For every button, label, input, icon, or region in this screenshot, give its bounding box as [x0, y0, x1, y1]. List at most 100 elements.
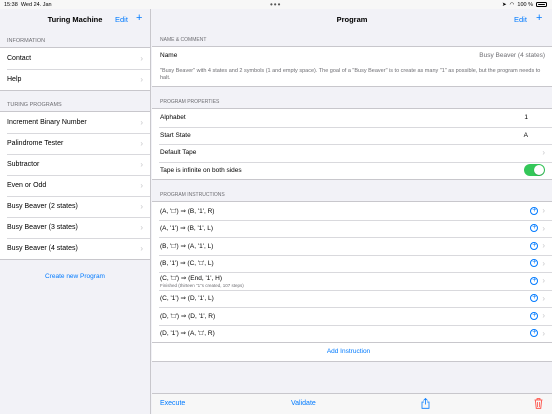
instruction-text: (C, '□') ⇒ (End, '1', H) [160, 274, 223, 282]
trash-icon[interactable] [534, 398, 543, 409]
add-button[interactable]: + [536, 12, 542, 24]
section-header-instructions: PROGRAM INSTRUCTIONS [160, 192, 225, 199]
instruction-text: (C, '1') ⇒ (D, '1', L) [160, 295, 214, 303]
properties-section: Alphabet 1 Start State A Default Tape › … [152, 108, 552, 181]
instruction-row[interactable]: (B, '□') ⇒ (A, '1', L) + › [152, 237, 552, 255]
sidebar-item-help[interactable]: Help › [0, 69, 150, 90]
infinite-tape-toggle[interactable] [524, 164, 545, 177]
battery-icon [536, 2, 547, 7]
infinite-tape-label: Tape is infinite on both sides [160, 166, 242, 174]
program-item[interactable]: Busy Beaver (4 states) › [0, 238, 150, 259]
wifi-icon: ◠ [509, 1, 515, 8]
bottom-toolbar: Execute Validate [152, 393, 552, 414]
instruction-content: (C, '□') ⇒ (End, '1', H) Finished (thirt… [160, 274, 244, 288]
instruction-text: (A, '□') ⇒ (B, '1', R) [160, 207, 215, 215]
add-circle-icon[interactable]: + [530, 329, 539, 338]
chevron-right-icon: › [140, 223, 143, 232]
add-instruction-label: Add Instruction [326, 348, 371, 356]
program-item[interactable]: Palindrome Tester › [0, 133, 150, 154]
instruction-text: (B, '1') ⇒ (C, '□', L) [160, 260, 214, 268]
name-row[interactable]: Name Busy Beaver (4 states) [152, 47, 552, 65]
add-instruction-section: Add Instruction [152, 343, 552, 362]
chevron-right-icon: › [140, 160, 143, 169]
chevron-right-icon: › [140, 75, 143, 84]
instruction-row[interactable]: (D, '□') ⇒ (D, '1', R) + › [152, 307, 552, 325]
alphabet-label: Alphabet [160, 114, 186, 122]
program-item[interactable]: Busy Beaver (3 states) › [0, 217, 150, 238]
edit-button[interactable]: Edit [514, 15, 527, 24]
chevron-right-icon: › [542, 311, 545, 321]
instruction-row[interactable]: (D, '1') ⇒ (A, '□', R) + › [152, 324, 552, 343]
program-item[interactable]: Subtractor › [0, 154, 150, 175]
location-icon: ➤ [501, 1, 507, 8]
add-circle-icon[interactable]: + [530, 276, 539, 285]
default-tape-label: Default Tape [160, 149, 197, 157]
chevron-right-icon: › [140, 244, 143, 253]
start-state-row[interactable]: Start State A [152, 126, 552, 145]
start-state-label: Start State [160, 131, 191, 139]
instruction-row[interactable]: (C, '□') ⇒ (End, '1', H) Finished (thirt… [152, 272, 552, 290]
chevron-right-icon: › [542, 276, 545, 286]
status-time: 15:38 Wed 24. Jan [4, 1, 52, 8]
program-comment[interactable]: "Busy Beaver" with 4 states and 2 symbol… [152, 64, 552, 88]
sidebar: Turing Machine Edit + INFORMATION Contac… [0, 9, 151, 414]
status-bar: 15:38 Wed 24. Jan ••• ➤ ◠ 100 % [0, 0, 552, 9]
program-item[interactable]: Busy Beaver (2 states) › [0, 196, 150, 217]
program-item-label: Subtractor [7, 161, 40, 168]
sidebar-edit-button[interactable]: Edit [115, 15, 128, 24]
chevron-right-icon: › [542, 258, 545, 268]
add-circle-icon[interactable]: + [530, 224, 539, 233]
chevron-right-icon: › [140, 181, 143, 190]
sidebar-item-label: Help [7, 76, 22, 83]
program-item-label: Even or Odd [7, 182, 47, 189]
program-item[interactable]: Increment Binary Number › [0, 112, 150, 133]
name-value[interactable]: Busy Beaver (4 states) [479, 52, 545, 59]
add-instruction-button[interactable]: Add Instruction [152, 343, 552, 361]
programs-list: Increment Binary Number › Palindrome Test… [0, 111, 150, 260]
program-item-label: Busy Beaver (4 states) [7, 245, 78, 252]
name-section: Name Busy Beaver (4 states) [152, 46, 552, 65]
sidebar-title: Turing Machine [47, 15, 103, 24]
start-state-value[interactable]: A [524, 132, 528, 139]
default-tape-row[interactable]: Default Tape › [152, 144, 552, 162]
add-circle-icon[interactable]: + [530, 259, 539, 268]
status-right: ➤ ◠ 100 % [502, 2, 547, 8]
multitasking-dots-icon[interactable]: ••• [270, 0, 281, 9]
sidebar-add-button[interactable]: + [136, 12, 142, 24]
infinite-tape-row: Tape is infinite on both sides [152, 161, 552, 180]
instruction-result: Finished (thirteen "1"s created, 107 ste… [160, 282, 244, 288]
instruction-row[interactable]: (A, '1') ⇒ (B, '1', L) + › [152, 219, 552, 238]
chevron-right-icon: › [140, 118, 143, 127]
instructions-list: (A, '□') ⇒ (B, '1', R) + › (A, '1') ⇒ (B, … [152, 201, 552, 344]
page-title: Program [336, 15, 368, 24]
alphabet-row[interactable]: Alphabet 1 [152, 109, 552, 127]
share-icon[interactable] [421, 398, 430, 409]
sidebar-item-contact[interactable]: Contact › [0, 48, 150, 69]
chevron-right-icon: › [140, 54, 143, 63]
program-item-label: Busy Beaver (3 states) [7, 224, 78, 231]
add-circle-icon[interactable]: + [530, 241, 539, 250]
instruction-text: (B, '□') ⇒ (A, '1', L) [160, 242, 214, 250]
alphabet-value[interactable]: 1 [524, 114, 528, 121]
instruction-row[interactable]: (A, '□') ⇒ (B, '1', R) + › [152, 202, 552, 220]
program-item-label: Increment Binary Number [7, 119, 87, 126]
section-header-turing-programs: TURING PROGRAMS [7, 102, 62, 108]
section-header-properties: PROGRAM PROPERTIES [160, 99, 220, 106]
instruction-row[interactable]: (B, '1') ⇒ (C, '□', L) + › [152, 254, 552, 273]
chevron-right-icon: › [542, 328, 545, 338]
sidebar-navbar: Turing Machine Edit + [0, 9, 150, 30]
program-item-label: Busy Beaver (2 states) [7, 203, 78, 210]
section-header-name: NAME & COMMENT [160, 37, 207, 43]
instruction-row[interactable]: (C, '1') ⇒ (D, '1', L) + › [152, 289, 552, 308]
add-circle-icon[interactable]: + [530, 206, 539, 215]
add-circle-icon[interactable]: + [530, 311, 539, 320]
section-header-information: INFORMATION [7, 38, 46, 44]
chevron-right-icon: › [542, 293, 545, 303]
program-item[interactable]: Even or Odd › [0, 175, 150, 196]
execute-button[interactable]: Execute [160, 400, 185, 407]
add-circle-icon[interactable]: + [530, 294, 539, 303]
sidebar-item-label: Contact [7, 55, 32, 62]
instruction-text: (D, '1') ⇒ (A, '□', R) [160, 330, 215, 338]
validate-button[interactable]: Validate [291, 400, 316, 407]
create-program-button[interactable]: Create new Program [0, 273, 150, 280]
